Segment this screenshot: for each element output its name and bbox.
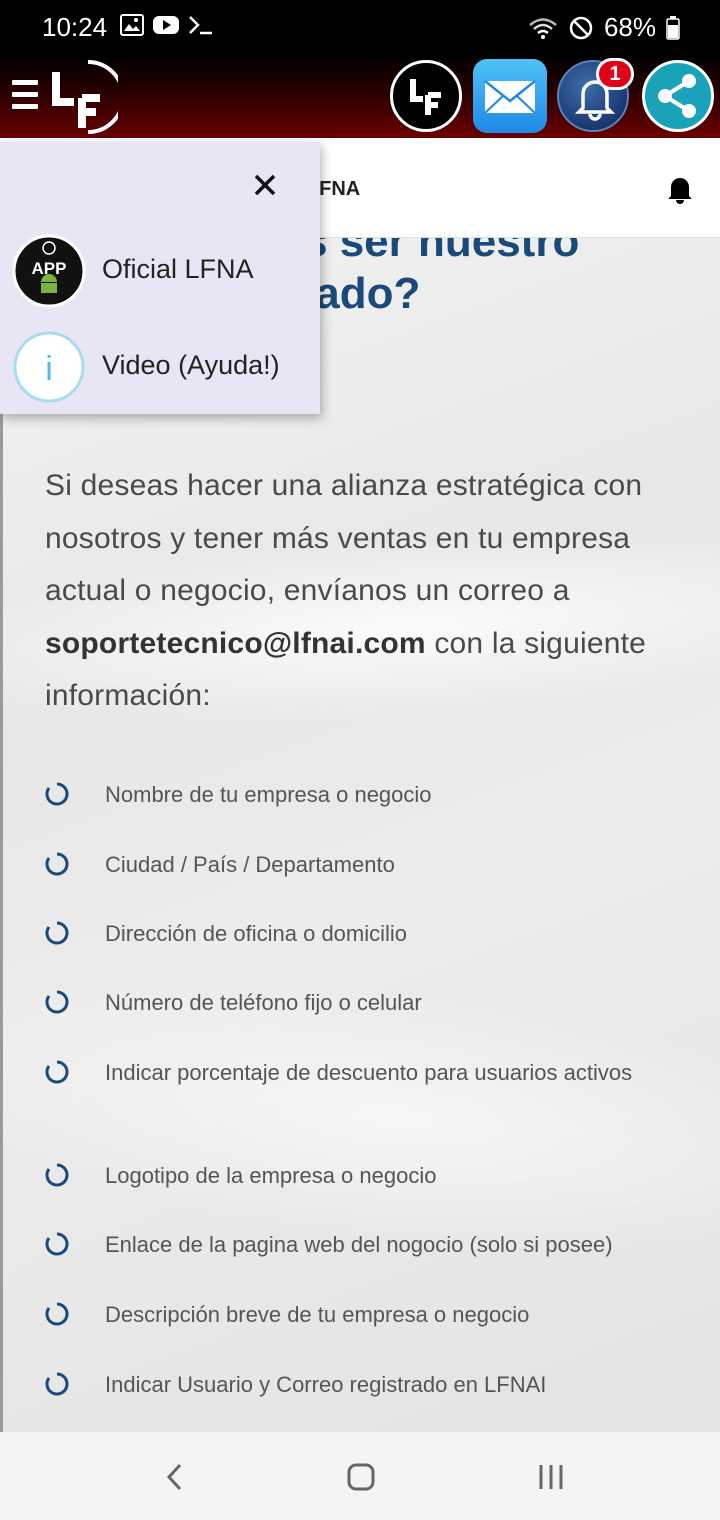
requirement-item: Nombre de tu empresa o negocio — [43, 778, 683, 811]
lf-app-icon — [410, 79, 441, 115]
image-icon — [120, 14, 144, 36]
system-nav-bar — [0, 1432, 720, 1520]
intro-text: Si deseas hacer una alianza estratégica … — [45, 469, 643, 607]
heading-line-2: iado? — [303, 269, 421, 318]
android-app-icon: APP — [12, 234, 86, 308]
drawer-item-video-ayuda[interactable]: i Video (Ayuda!) — [12, 330, 312, 404]
requirement-text: Indicar Usuario y Correo registrado en L… — [105, 1372, 547, 1397]
recents-icon[interactable] — [536, 1462, 566, 1492]
circle-notch-icon — [45, 1232, 69, 1256]
circle-notch-icon — [45, 852, 69, 876]
circle-notch-icon — [45, 921, 69, 945]
home-icon[interactable] — [346, 1462, 376, 1492]
requirement-text: Enlace de la pagina web del nogocio (sol… — [105, 1232, 613, 1257]
drawer-item-oficial-lfna[interactable]: APP Oficial LFNA — [12, 234, 312, 308]
requirement-item: Indicar porcentaje de descuento para usu… — [43, 1056, 683, 1089]
circle-notch-icon — [45, 1163, 69, 1187]
requirement-text: Número de teléfono fijo o celular — [105, 990, 422, 1015]
requirement-text: Dirección de oficina o domicilio — [105, 921, 408, 946]
requirement-item: Descripción breve de tu empresa o negoci… — [43, 1298, 683, 1331]
heading-line-1: s ser nuestro — [303, 238, 580, 266]
subheader-bell-icon[interactable] — [666, 174, 694, 204]
status-right: 68% — [528, 12, 680, 43]
circle-notch-icon — [45, 1060, 69, 1084]
requirement-item: Dirección de oficina o domicilio — [43, 917, 683, 950]
mail-button[interactable] — [473, 59, 547, 133]
notification-badge: 1 — [596, 58, 634, 90]
page-heading: s ser nuestro iado? — [303, 238, 713, 320]
requirement-item: Indicar Usuario y Correo registrado en L… — [43, 1368, 683, 1401]
side-drawer: APP Oficial LFNA i Video (Ayuda!) — [0, 142, 320, 414]
status-time: 10:24 — [42, 12, 108, 42]
battery-icon — [666, 15, 680, 40]
drawer-item-label: Video (Ayuda!) — [102, 350, 280, 380]
terminal-icon — [189, 16, 212, 35]
close-icon[interactable] — [250, 170, 280, 200]
requirement-item: Logotipo de la empresa o negocio — [43, 1159, 683, 1192]
menu-icon[interactable] — [12, 80, 38, 110]
do-not-disturb-icon — [569, 16, 593, 39]
back-icon[interactable] — [160, 1462, 190, 1492]
circle-notch-icon — [45, 990, 69, 1014]
requirement-item: Número de teléfono fijo o celular — [43, 986, 683, 1019]
share-icon — [658, 74, 696, 118]
lf-app-button[interactable] — [390, 60, 462, 132]
battery-percent: 68% — [603, 12, 656, 42]
intro-paragraph: Si deseas hacer una alianza estratégica … — [45, 460, 695, 723]
youtube-icon — [153, 16, 179, 34]
status-notification-icons — [120, 14, 214, 36]
circle-notch-icon — [45, 782, 69, 806]
requirement-text: Ciudad / País / Departamento — [105, 852, 395, 877]
info-icon-text: i — [45, 350, 53, 388]
requirement-item: Enlace de la pagina web del nogocio (sol… — [43, 1228, 683, 1261]
info-icon: i — [13, 331, 85, 403]
circle-notch-icon — [45, 1302, 69, 1326]
requirement-text: Logotipo de la empresa o negocio — [105, 1163, 437, 1188]
requirement-text: Descripción breve de tu empresa o negoci… — [105, 1302, 530, 1327]
contact-email: soportetecnico@lfnai.com — [45, 626, 426, 660]
requirement-item: Ciudad / País / Departamento — [43, 848, 683, 881]
share-button[interactable] — [642, 60, 714, 132]
status-bar: 10:24 68% — [0, 0, 720, 56]
drawer-item-label: Oficial LFNA — [102, 254, 254, 284]
requirement-text: Nombre de tu empresa o negocio — [105, 782, 432, 807]
wifi-icon — [529, 17, 557, 39]
mail-icon — [484, 80, 536, 114]
lf-logo-icon[interactable] — [48, 58, 118, 136]
circle-notch-icon — [45, 1372, 69, 1396]
requirement-text: Indicar porcentaje de descuento para usu… — [105, 1060, 633, 1085]
main-content: s ser nuestro iado? Si deseas hacer una … — [0, 238, 720, 1432]
